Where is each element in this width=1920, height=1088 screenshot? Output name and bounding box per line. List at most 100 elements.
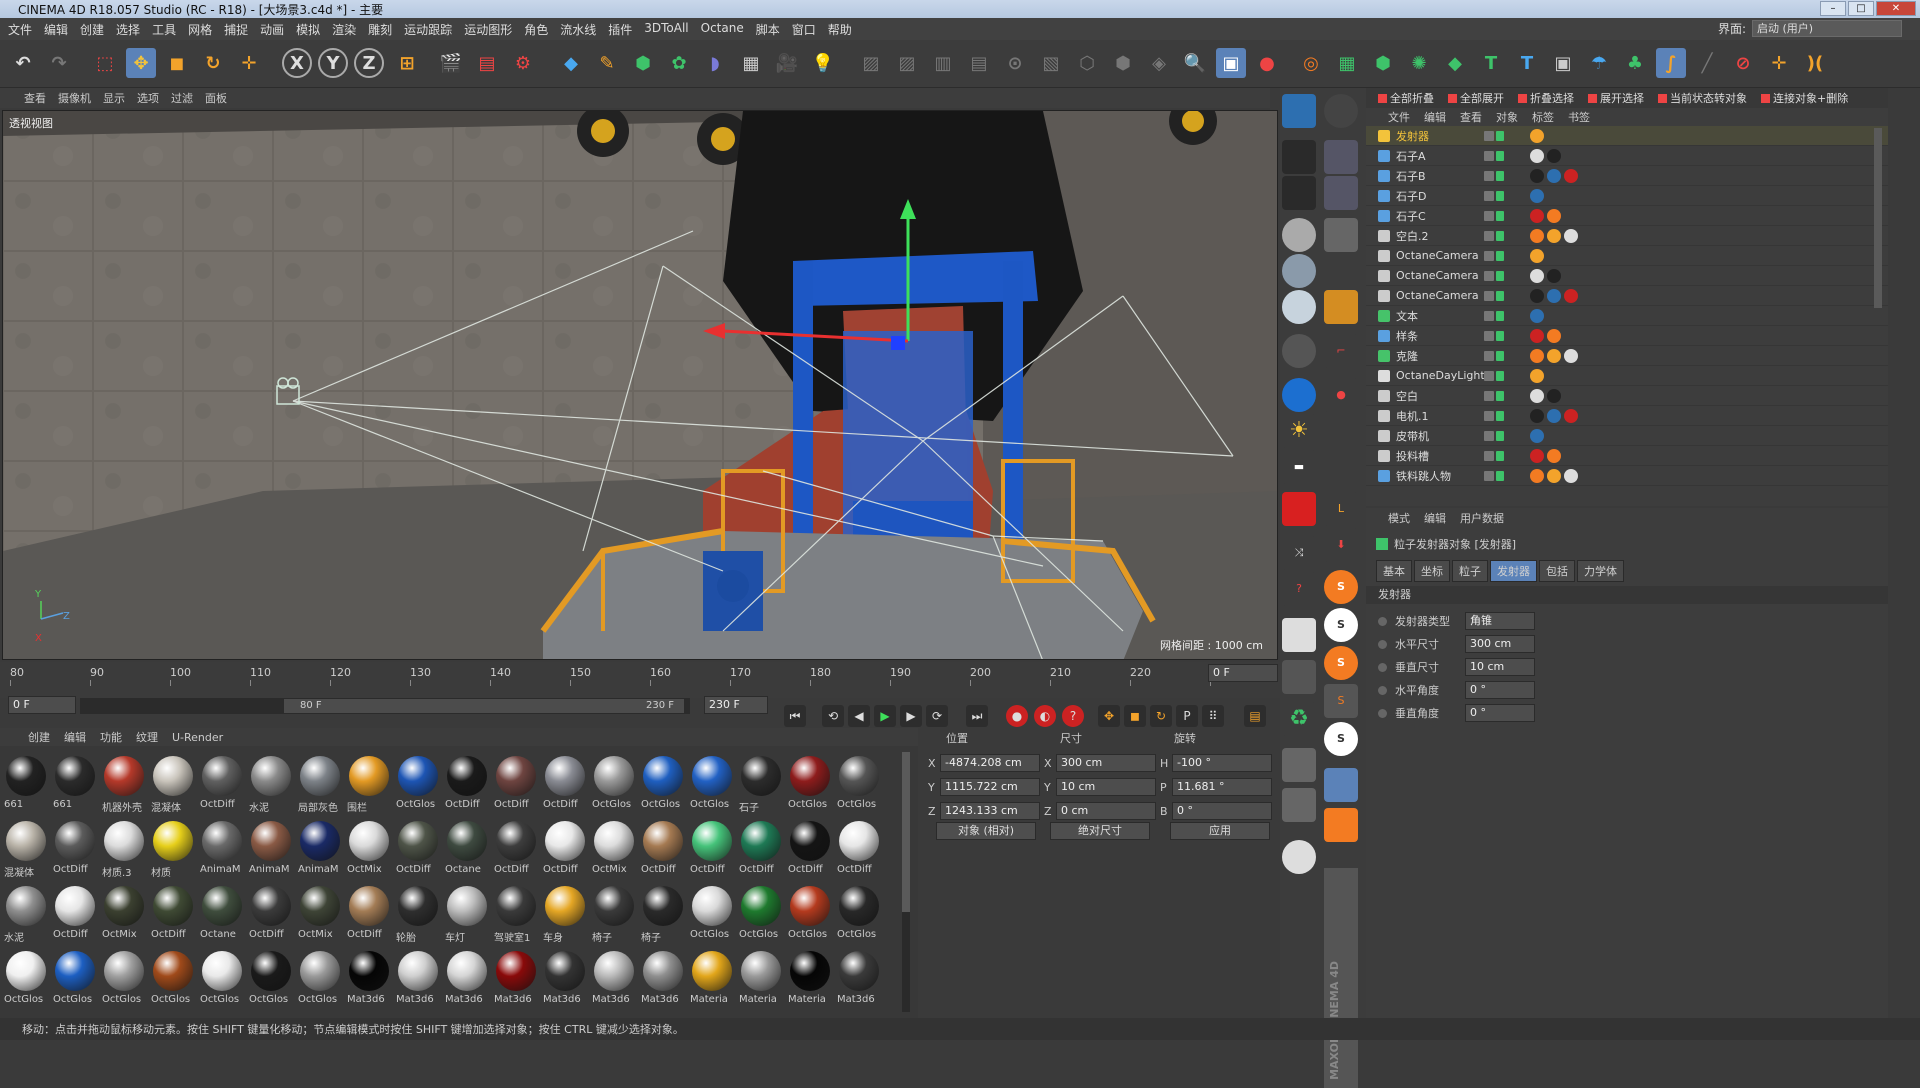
material-swatch[interactable]: Octane: [443, 817, 492, 882]
s-plugin-icon-2[interactable]: S: [1324, 608, 1358, 642]
undo-icon[interactable]: ↶: [8, 48, 38, 78]
material-swatch[interactable]: OctDiff: [835, 817, 884, 882]
checker-icon[interactable]: [1282, 618, 1316, 652]
floor-icon[interactable]: ▦: [736, 48, 766, 78]
material-swatch[interactable]: OctGlos: [786, 752, 835, 817]
om-menu-item[interactable]: 对象: [1496, 109, 1518, 125]
object-row[interactable]: 石子C: [1366, 206, 1888, 226]
gear-icon[interactable]: [1282, 140, 1316, 174]
visibility-flag[interactable]: [1484, 470, 1494, 481]
material-swatch[interactable]: OctGlos: [198, 947, 247, 1012]
joint-tool-icon[interactable]: ⌐: [1324, 334, 1358, 368]
menu-item[interactable]: 捕捉: [224, 21, 248, 38]
material-swatch[interactable]: Mat3d6: [394, 947, 443, 1012]
tag-icon[interactable]: [1530, 148, 1544, 163]
bitmap-icon[interactable]: ▣: [1548, 48, 1578, 78]
coordinate-mode-select[interactable]: 对象 (相对): [936, 822, 1036, 840]
material-scrollbar[interactable]: [902, 752, 910, 1012]
bone-icon[interactable]: ●: [1324, 378, 1358, 412]
area-light-icon[interactable]: ▬: [1282, 450, 1316, 484]
object-row[interactable]: 发射器: [1366, 126, 1888, 146]
material-swatch[interactable]: OctGlos: [639, 752, 688, 817]
tag-icon[interactable]: [1530, 448, 1544, 463]
tag-icon[interactable]: [1530, 168, 1544, 183]
material-swatch[interactable]: OctDiff: [247, 882, 296, 947]
om-menu-item[interactable]: 编辑: [1424, 109, 1446, 125]
size-field[interactable]: 0 cm: [1056, 802, 1156, 820]
material-swatch[interactable]: 围栏: [345, 752, 394, 817]
om-toolbar-button[interactable]: 全部折叠: [1378, 90, 1434, 106]
material-swatch[interactable]: 车灯: [443, 882, 492, 947]
attr-radio[interactable]: [1378, 639, 1387, 649]
range-slider[interactable]: 80 F 230 F: [80, 698, 690, 714]
cube-small-icon[interactable]: [1324, 218, 1358, 252]
attr-tab[interactable]: 力学体: [1577, 560, 1624, 582]
text-spline-icon[interactable]: T: [1512, 48, 1542, 78]
object-row[interactable]: 空白.2: [1366, 226, 1888, 246]
question-icon[interactable]: ?: [1282, 572, 1316, 606]
render-flag[interactable]: [1496, 410, 1504, 421]
material-swatch[interactable]: OctGlos: [786, 882, 835, 947]
om-menu-item[interactable]: 书签: [1568, 109, 1590, 125]
attr-tab[interactable]: 基本: [1376, 560, 1412, 582]
material-swatch[interactable]: OctGlos: [835, 882, 884, 947]
menu-item[interactable]: 网格: [188, 21, 212, 38]
material-swatch[interactable]: Mat3d6: [492, 947, 541, 1012]
attr-radio[interactable]: [1378, 662, 1387, 672]
material-swatch[interactable]: OctGlos: [51, 947, 100, 1012]
s-plugin-icon-4[interactable]: S: [1324, 684, 1358, 718]
visibility-flag[interactable]: [1484, 250, 1494, 261]
attr-field-value[interactable]: 300 cm: [1465, 635, 1535, 653]
material-swatch[interactable]: OctDiff: [492, 817, 541, 882]
material-swatch[interactable]: Materia: [688, 947, 737, 1012]
object-row[interactable]: OctaneDayLight: [1366, 366, 1888, 386]
material-swatch[interactable]: OctDiff: [541, 817, 590, 882]
visibility-flag[interactable]: [1484, 350, 1494, 361]
material-swatch[interactable]: OctDiff: [541, 752, 590, 817]
tag-icon[interactable]: [1547, 388, 1561, 403]
material-swatch[interactable]: 材质.3: [100, 817, 149, 882]
render-flag[interactable]: [1496, 150, 1504, 161]
render-flag[interactable]: [1496, 310, 1504, 321]
light-icon[interactable]: 💡: [808, 48, 838, 78]
material-swatch[interactable]: Octane: [198, 882, 247, 947]
mat-menu-item[interactable]: U-Render: [172, 731, 223, 744]
tag-icon[interactable]: [1530, 388, 1544, 403]
material-swatch[interactable]: 机器外壳: [100, 752, 149, 817]
tracker-icon[interactable]: ⊘: [1728, 48, 1758, 78]
material-swatch[interactable]: OctMix: [345, 817, 394, 882]
material-swatch[interactable]: Materia: [737, 947, 786, 1012]
visibility-flag[interactable]: [1484, 310, 1494, 321]
menu-item[interactable]: 插件: [608, 21, 632, 38]
menu-item[interactable]: 帮助: [828, 21, 852, 38]
viewport-menu-item[interactable]: 摄像机: [58, 90, 91, 106]
sketch-icon[interactable]: ╱: [1692, 48, 1722, 78]
material-swatch[interactable]: OctGlos: [394, 752, 443, 817]
tag-icon[interactable]: [1530, 328, 1544, 343]
material-swatch[interactable]: AnimaM: [198, 817, 247, 882]
menu-item[interactable]: 动画: [260, 21, 284, 38]
subdivision-icon[interactable]: ⬢: [628, 48, 658, 78]
material-swatch[interactable]: Mat3d6: [835, 947, 884, 1012]
attr-menu-item[interactable]: 模式: [1388, 510, 1410, 526]
material-swatch[interactable]: Mat3d6: [541, 947, 590, 1012]
material-swatch[interactable]: OctGlos: [737, 882, 786, 947]
timeline[interactable]: 80 90 100 110 120 130 140 150 160 170 180 190 200 210…: [0, 662, 1280, 698]
tag-icon[interactable]: [1530, 428, 1544, 443]
attr-tab[interactable]: 包括: [1539, 560, 1575, 582]
texture-icon[interactable]: [1282, 660, 1316, 694]
material-swatch[interactable]: OctDiff: [443, 752, 492, 817]
rotation-field[interactable]: -100 °: [1172, 754, 1272, 772]
material-swatch[interactable]: 水泥: [2, 882, 51, 947]
visibility-flag[interactable]: [1484, 230, 1494, 241]
minimize-button[interactable]: –: [1820, 1, 1846, 16]
render-flag[interactable]: [1496, 270, 1504, 281]
material-swatch[interactable]: AnimaM: [247, 817, 296, 882]
viewport-menu-item[interactable]: 过滤: [171, 90, 193, 106]
om-toolbar-button[interactable]: 折叠选择: [1518, 90, 1574, 106]
object-row[interactable]: 样条: [1366, 326, 1888, 346]
object-row[interactable]: 石子B: [1366, 166, 1888, 186]
material-swatch[interactable]: Mat3d6: [639, 947, 688, 1012]
magnifier-icon[interactable]: 🔍: [1180, 48, 1210, 78]
attr-tab[interactable]: 粒子: [1452, 560, 1488, 582]
